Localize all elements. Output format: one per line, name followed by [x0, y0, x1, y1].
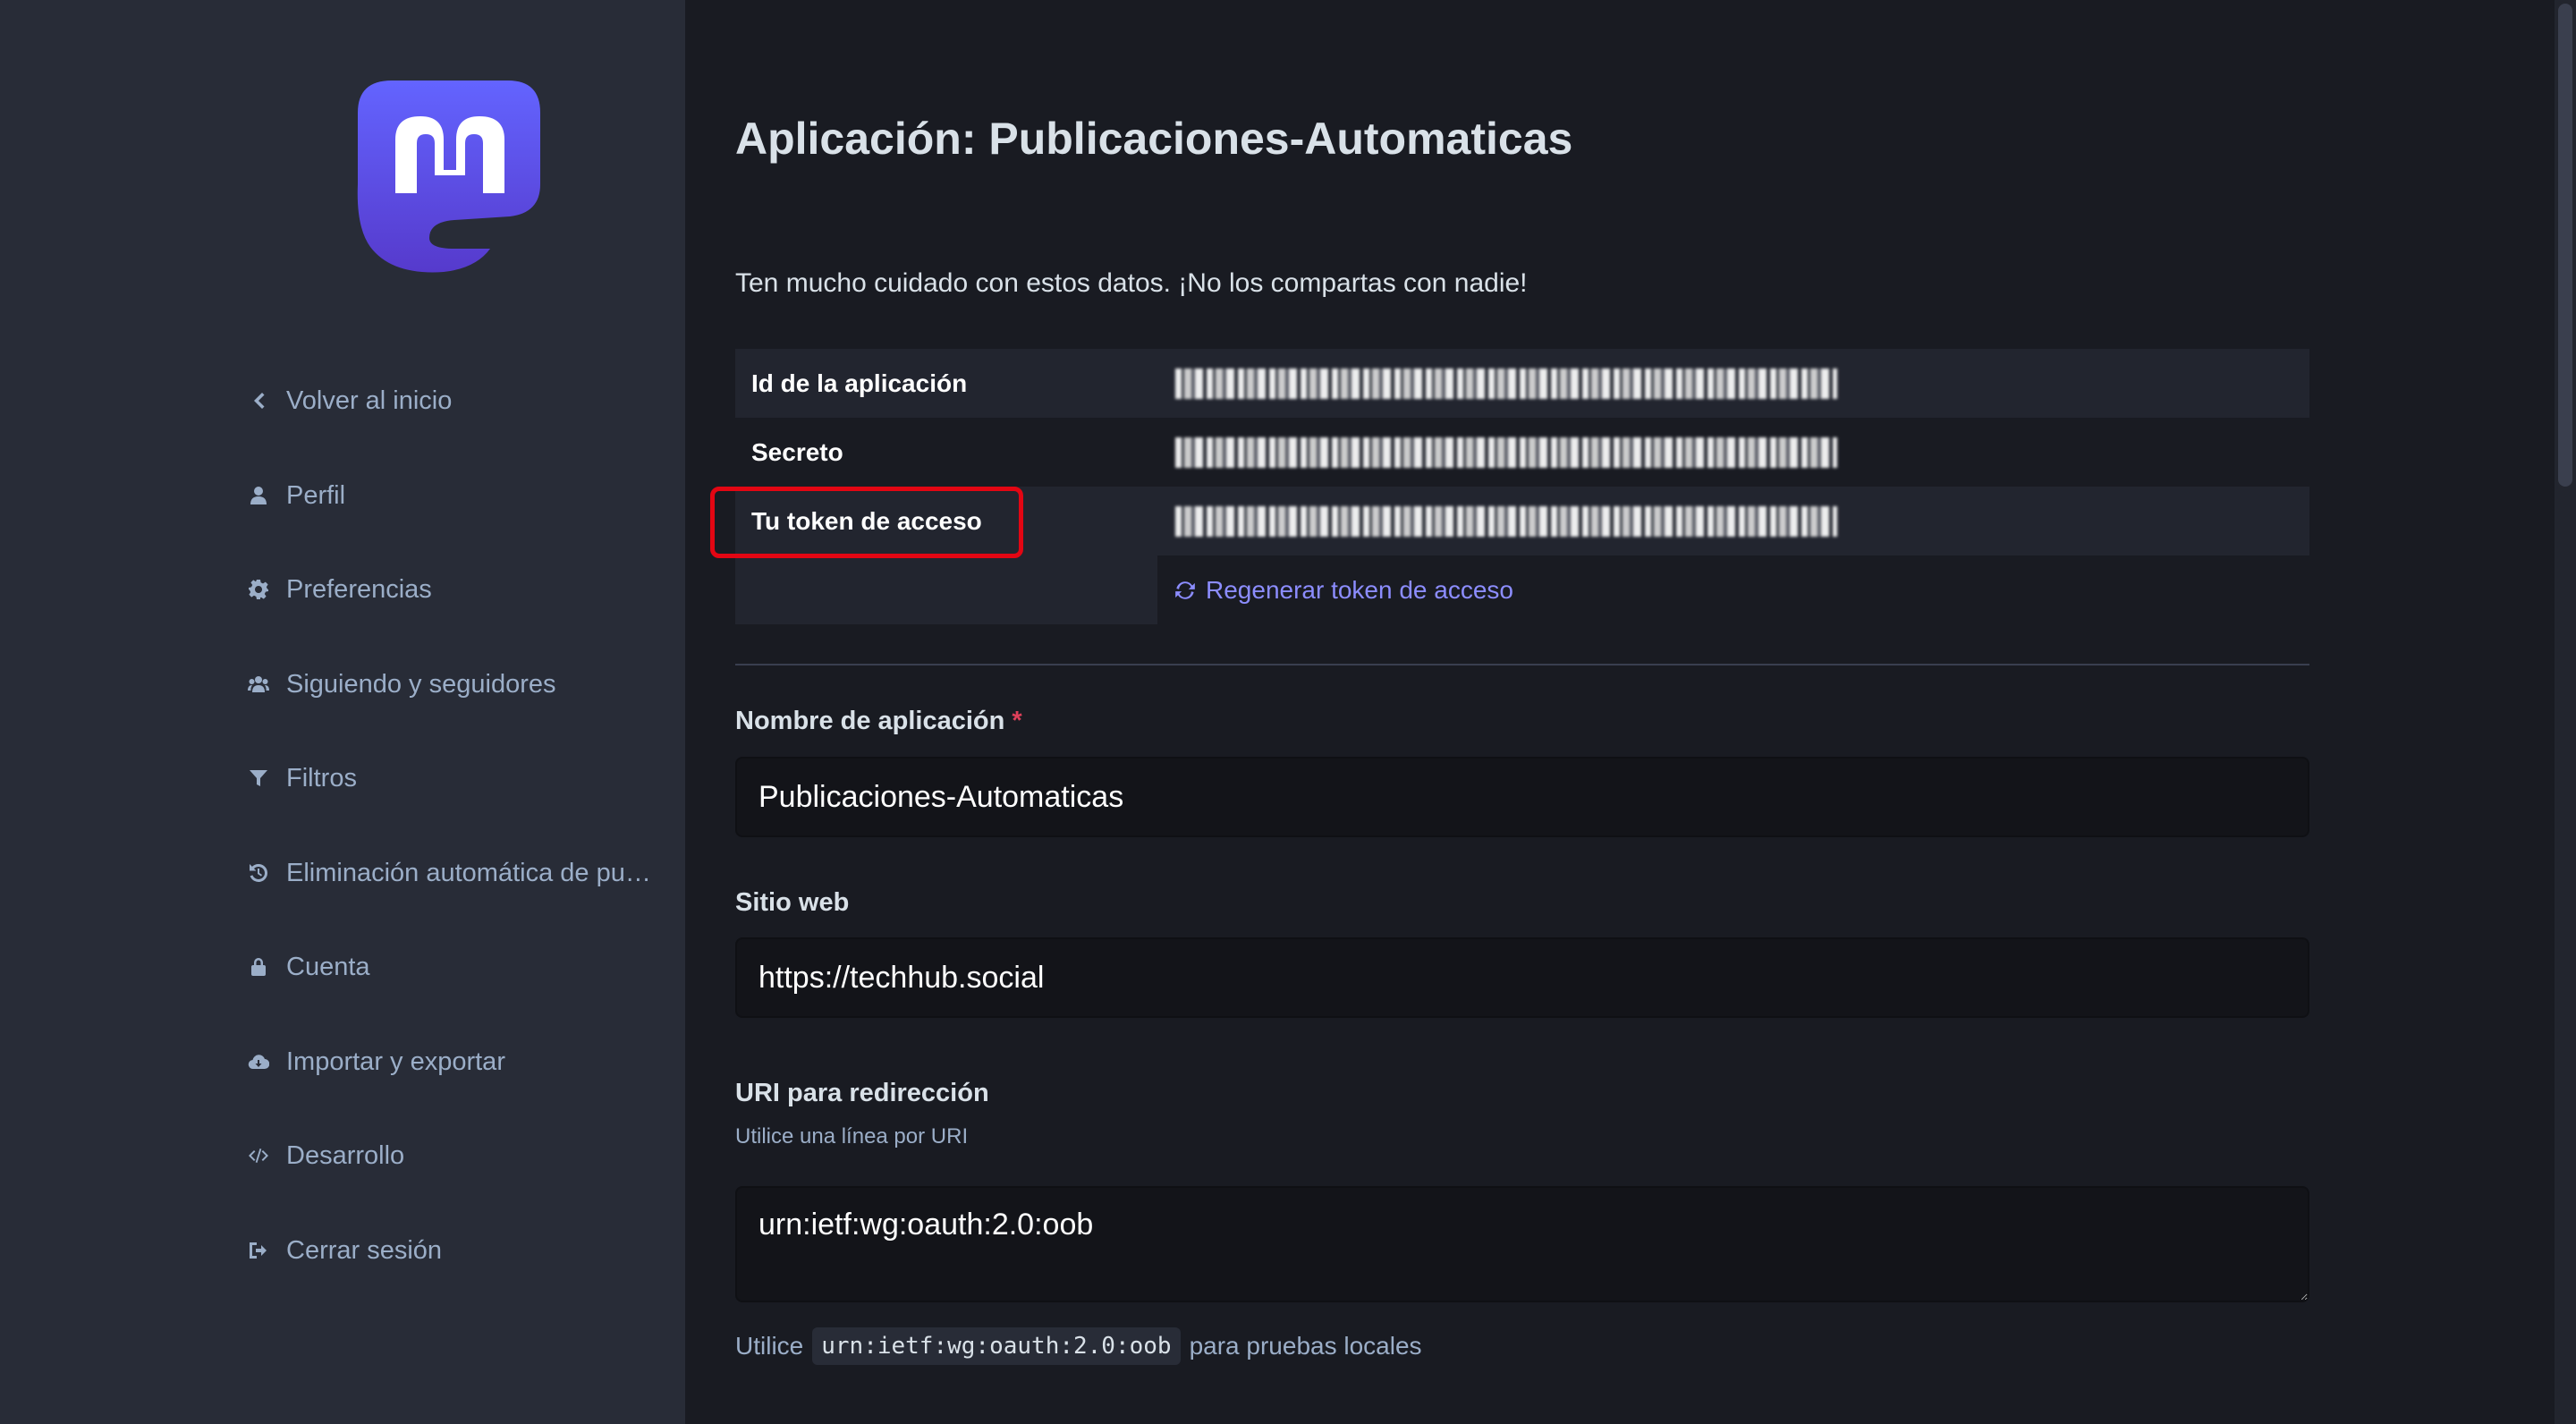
sidebar-item-label: Cuenta — [286, 952, 370, 981]
warning-text: Ten mucho cuidado con estos datos. ¡No l… — [735, 268, 1528, 298]
gear-icon — [245, 576, 272, 603]
redirect-uri-footer-hint: Utilice urn:ietf:wg:oauth:2.0:oob para p… — [735, 1327, 1422, 1365]
code-icon — [245, 1142, 272, 1169]
table-row: Secreto — [735, 418, 2309, 487]
sidebar-item-label: Preferencias — [286, 574, 432, 604]
redirect-uri-hint: Utilice una línea por URI — [735, 1124, 969, 1149]
client-id-label: Id de la aplicación — [751, 369, 968, 397]
highlight-box — [710, 487, 1023, 558]
users-icon — [245, 671, 272, 698]
filter-icon — [245, 765, 272, 792]
sidebar-item-profile[interactable]: Perfil — [245, 469, 345, 522]
sidebar: Volver al inicio Perfil Preferencias Sig… — [0, 0, 685, 1424]
secret-label: Secreto — [751, 438, 843, 466]
redacted-secret — [1175, 437, 1837, 468]
redirect-uri-label: URI para redirección — [735, 1079, 989, 1107]
scrollbar-thumb[interactable] — [2558, 4, 2572, 487]
regenerate-token-link[interactable]: Regenerar token de acceso — [1174, 555, 1513, 624]
redacted-access-token — [1175, 506, 1837, 537]
oob-code: urn:ietf:wg:oauth:2.0:oob — [812, 1327, 1181, 1365]
sidebar-item-relationships[interactable]: Siguiendo y seguidores — [245, 657, 555, 711]
table-row: Id de la aplicación — [735, 349, 2309, 418]
sidebar-item-label: Eliminación automática de pub… — [286, 858, 653, 887]
sidebar-item-home[interactable]: Volver al inicio — [245, 374, 452, 428]
sidebar-item-label: Siguiendo y seguidores — [286, 669, 556, 699]
redirect-uri-textarea[interactable]: urn:ietf:wg:oauth:2.0:oob — [735, 1186, 2309, 1302]
website-input[interactable] — [735, 937, 2309, 1018]
redacted-client-id — [1175, 369, 1837, 399]
sidebar-item-import-export[interactable]: Importar y exportar — [245, 1035, 505, 1089]
sidebar-item-label: Volver al inicio — [286, 386, 453, 415]
table-row: Regenerar token de acceso — [735, 555, 2309, 624]
website-label: Sitio web — [735, 888, 850, 917]
app-name-input[interactable] — [735, 757, 2309, 837]
sign-out-icon — [245, 1237, 272, 1264]
sidebar-item-label: Perfil — [286, 480, 346, 510]
lock-icon — [245, 954, 272, 980]
required-mark: * — [1012, 707, 1022, 735]
sidebar-item-preferences[interactable]: Preferencias — [245, 563, 432, 616]
mastodon-logo[interactable] — [356, 77, 544, 275]
history-icon — [245, 860, 272, 886]
sidebar-item-filters[interactable]: Filtros — [245, 751, 357, 805]
cloud-download-icon — [245, 1048, 272, 1075]
sidebar-item-label: Importar y exportar — [286, 1047, 505, 1076]
sidebar-item-label: Cerrar sesión — [286, 1235, 443, 1265]
sidebar-item-statuses-cleanup[interactable]: Eliminación automática de pub… — [245, 846, 653, 900]
sidebar-item-logout[interactable]: Cerrar sesión — [245, 1224, 442, 1277]
page-title: Aplicación: Publicaciones-Automaticas — [735, 114, 1573, 164]
app-name-label: Nombre de aplicación * — [735, 707, 1022, 735]
divider — [735, 664, 2309, 665]
sidebar-item-development[interactable]: Desarrollo — [245, 1129, 404, 1182]
sidebar-item-label: Filtros — [286, 763, 357, 793]
chevron-left-icon — [245, 387, 272, 414]
sidebar-item-label: Desarrollo — [286, 1140, 405, 1170]
refresh-icon — [1175, 581, 1195, 599]
regenerate-token-label: Regenerar token de acceso — [1206, 575, 1513, 604]
scrollbar[interactable] — [2555, 0, 2576, 1424]
user-icon — [245, 482, 272, 509]
sidebar-item-account[interactable]: Cuenta — [245, 940, 370, 994]
